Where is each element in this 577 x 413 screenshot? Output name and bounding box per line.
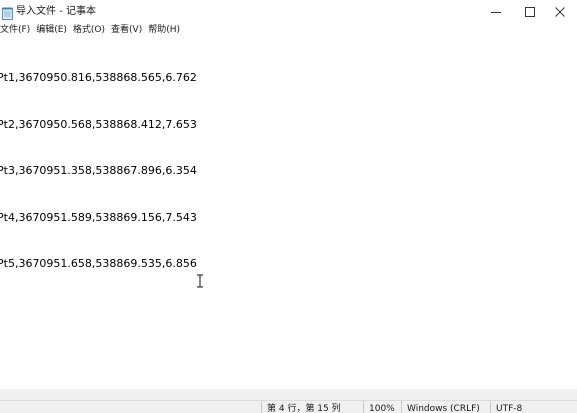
text-editor[interactable]: Pt1,3670950.816,538868.565,6.762 Pt2,367… — [0, 38, 566, 389]
title-bar[interactable]: 导入文件 - 记事本 — [0, 0, 577, 23]
menu-file[interactable]: 文件(F) — [0, 23, 33, 38]
text-cursor-icon — [196, 273, 204, 288]
menu-edit[interactable]: 编辑(E) — [36, 23, 70, 38]
text-line[interactable]: Pt4,3670951.589,538869.156,7.543 — [0, 210, 197, 226]
status-zoom: 100% — [363, 401, 400, 413]
menu-view[interactable]: 查看(V) — [111, 23, 145, 38]
menu-format[interactable]: 格式(O) — [73, 23, 108, 38]
notepad-window: 导入文件 - 记事本 文件(F) 编辑(E) 格式(O) 查看(V) 帮助(H)… — [0, 0, 577, 413]
scroll-left-icon[interactable] — [2, 391, 9, 405]
status-cursor-position: 第 4 行，第 15 列 — [261, 401, 363, 413]
close-icon — [555, 6, 565, 17]
text-line[interactable]: Pt2,3670950.568,538868.412,7.653 — [0, 117, 197, 133]
close-button[interactable] — [543, 0, 577, 23]
scrollbar-corner — [566, 389, 577, 400]
status-encoding: UTF-8 — [490, 401, 577, 413]
minimize-icon — [491, 7, 501, 17]
menu-bar: 文件(F) 编辑(E) 格式(O) 查看(V) 帮助(H) — [0, 23, 577, 38]
status-line-ending: Windows (CRLF) — [401, 401, 490, 413]
menu-help[interactable]: 帮助(H) — [148, 23, 183, 38]
horizontal-scrollbar[interactable] — [0, 389, 566, 405]
maximize-button[interactable] — [513, 0, 547, 23]
scroll-right-icon[interactable] — [557, 391, 564, 405]
minimize-button[interactable] — [479, 0, 513, 23]
editor-content[interactable]: Pt1,3670950.816,538868.565,6.762 Pt2,367… — [0, 39, 197, 303]
maximize-icon — [525, 6, 535, 17]
notepad-icon — [2, 5, 13, 20]
text-line[interactable]: Pt1,3670950.816,538868.565,6.762 — [0, 70, 197, 86]
text-line[interactable]: Pt5,3670951.658,538869.535,6.856 — [0, 256, 197, 272]
window-title: 导入文件 - 记事本 — [16, 6, 96, 17]
vertical-scrollbar[interactable] — [566, 38, 577, 389]
text-line[interactable]: Pt3,3670951.358,538867.896,6.354 — [0, 163, 197, 179]
status-bar: 第 4 行，第 15 列 100% Windows (CRLF) UTF-8 — [0, 400, 577, 413]
